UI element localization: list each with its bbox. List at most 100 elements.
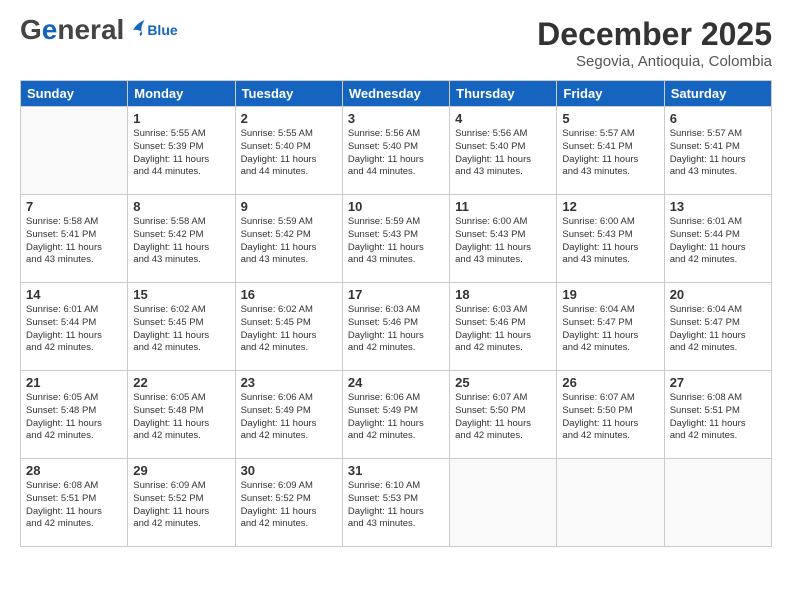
table-row: 30 Sunrise: 6:09 AM Sunset: 5:52 PM Dayli…: [235, 459, 342, 547]
day-info: Sunrise: 5:57 AM Sunset: 5:41 PM Dayligh…: [562, 128, 658, 179]
day-info: Sunrise: 6:06 AM Sunset: 5:49 PM Dayligh…: [241, 392, 337, 443]
day-number: 14: [26, 287, 122, 302]
col-tuesday: Tuesday: [235, 81, 342, 107]
table-row: 17 Sunrise: 6:03 AM Sunset: 5:46 PM Dayli…: [342, 283, 449, 371]
day-number: 22: [133, 375, 229, 390]
table-row: 6 Sunrise: 5:57 AM Sunset: 5:41 PM Daylig…: [664, 107, 771, 195]
calendar-header-row: Sunday Monday Tuesday Wednesday Thursday…: [21, 81, 772, 107]
table-row: 22 Sunrise: 6:05 AM Sunset: 5:48 PM Dayli…: [128, 371, 235, 459]
table-row: 9 Sunrise: 5:59 AM Sunset: 5:42 PM Daylig…: [235, 195, 342, 283]
day-info: Sunrise: 6:04 AM Sunset: 5:47 PM Dayligh…: [562, 304, 658, 355]
day-number: 29: [133, 463, 229, 478]
table-row: 11 Sunrise: 6:00 AM Sunset: 5:43 PM Dayli…: [450, 195, 557, 283]
calendar-week-row: 14 Sunrise: 6:01 AM Sunset: 5:44 PM Dayli…: [21, 283, 772, 371]
day-info: Sunrise: 5:55 AM Sunset: 5:39 PM Dayligh…: [133, 128, 229, 179]
col-monday: Monday: [128, 81, 235, 107]
table-row: [21, 107, 128, 195]
day-number: 16: [241, 287, 337, 302]
day-info: Sunrise: 5:59 AM Sunset: 5:43 PM Dayligh…: [348, 216, 444, 267]
day-number: 19: [562, 287, 658, 302]
day-info: Sunrise: 6:06 AM Sunset: 5:49 PM Dayligh…: [348, 392, 444, 443]
day-number: 2: [241, 111, 337, 126]
day-number: 17: [348, 287, 444, 302]
table-row: 27 Sunrise: 6:08 AM Sunset: 5:51 PM Dayli…: [664, 371, 771, 459]
table-row: 3Sunrise: 5:56 AM Sunset: 5:40 PM Daylig…: [342, 107, 449, 195]
day-info: Sunrise: 5:58 AM Sunset: 5:42 PM Dayligh…: [133, 216, 229, 267]
day-number: 15: [133, 287, 229, 302]
day-info: Sunrise: 5:57 AM Sunset: 5:41 PM Dayligh…: [670, 128, 766, 179]
table-row: 8 Sunrise: 5:58 AM Sunset: 5:42 PM Daylig…: [128, 195, 235, 283]
day-number: 27: [670, 375, 766, 390]
table-row: 4 Sunrise: 5:56 AM Sunset: 5:40 PM Daylig…: [450, 107, 557, 195]
day-info: Sunrise: 6:08 AM Sunset: 5:51 PM Dayligh…: [670, 392, 766, 443]
col-friday: Friday: [557, 81, 664, 107]
col-wednesday: Wednesday: [342, 81, 449, 107]
table-row: 28 Sunrise: 6:08 AM Sunset: 5:51 PM Dayli…: [21, 459, 128, 547]
table-row: 29 Sunrise: 6:09 AM Sunset: 5:52 PM Dayli…: [128, 459, 235, 547]
calendar-week-row: 1 Sunrise: 5:55 AM Sunset: 5:39 PM Daylig…: [21, 107, 772, 195]
day-number: 11: [455, 199, 551, 214]
calendar-week-row: 21 Sunrise: 6:05 AM Sunset: 5:48 PM Dayli…: [21, 371, 772, 459]
day-number: 26: [562, 375, 658, 390]
day-number: 18: [455, 287, 551, 302]
logo-blue-label: Blue: [147, 23, 177, 37]
day-number: 12: [562, 199, 658, 214]
table-row: 12Sunrise: 6:00 AM Sunset: 5:43 PM Dayli…: [557, 195, 664, 283]
day-number: 9: [241, 199, 337, 214]
day-number: 28: [26, 463, 122, 478]
day-info: Sunrise: 6:07 AM Sunset: 5:50 PM Dayligh…: [562, 392, 658, 443]
day-number: 1: [133, 111, 229, 126]
table-row: 13Sunrise: 6:01 AM Sunset: 5:44 PM Dayli…: [664, 195, 771, 283]
day-number: 24: [348, 375, 444, 390]
logo: General Blue: [20, 16, 178, 44]
day-number: 30: [241, 463, 337, 478]
table-row: 7 Sunrise: 5:58 AM Sunset: 5:41 PM Daylig…: [21, 195, 128, 283]
col-sunday: Sunday: [21, 81, 128, 107]
table-row: 16Sunrise: 6:02 AM Sunset: 5:45 PM Dayli…: [235, 283, 342, 371]
table-row: 2Sunrise: 5:55 AM Sunset: 5:40 PM Daylig…: [235, 107, 342, 195]
day-info: Sunrise: 6:00 AM Sunset: 5:43 PM Dayligh…: [455, 216, 551, 267]
col-saturday: Saturday: [664, 81, 771, 107]
day-info: Sunrise: 5:56 AM Sunset: 5:40 PM Dayligh…: [455, 128, 551, 179]
table-row: 15Sunrise: 6:02 AM Sunset: 5:45 PM Dayli…: [128, 283, 235, 371]
day-number: 21: [26, 375, 122, 390]
table-row: [557, 459, 664, 547]
day-info: Sunrise: 6:05 AM Sunset: 5:48 PM Dayligh…: [26, 392, 122, 443]
table-row: [664, 459, 771, 547]
table-row: 20Sunrise: 6:04 AM Sunset: 5:47 PM Dayli…: [664, 283, 771, 371]
day-info: Sunrise: 6:03 AM Sunset: 5:46 PM Dayligh…: [348, 304, 444, 355]
table-row: 10 Sunrise: 5:59 AM Sunset: 5:43 PM Dayli…: [342, 195, 449, 283]
day-number: 5: [562, 111, 658, 126]
table-row: 26 Sunrise: 6:07 AM Sunset: 5:50 PM Dayli…: [557, 371, 664, 459]
table-row: 24 Sunrise: 6:06 AM Sunset: 5:49 PM Dayli…: [342, 371, 449, 459]
day-info: Sunrise: 6:09 AM Sunset: 5:52 PM Dayligh…: [241, 480, 337, 531]
table-row: 19 Sunrise: 6:04 AM Sunset: 5:47 PM Dayli…: [557, 283, 664, 371]
table-row: 1 Sunrise: 5:55 AM Sunset: 5:39 PM Daylig…: [128, 107, 235, 195]
day-number: 25: [455, 375, 551, 390]
day-number: 3: [348, 111, 444, 126]
day-number: 4: [455, 111, 551, 126]
day-info: Sunrise: 5:59 AM Sunset: 5:42 PM Dayligh…: [241, 216, 337, 267]
location: Segovia, Antioquia, Colombia: [537, 53, 772, 70]
table-row: 21 Sunrise: 6:05 AM Sunset: 5:48 PM Dayli…: [21, 371, 128, 459]
day-number: 10: [348, 199, 444, 214]
day-info: Sunrise: 6:07 AM Sunset: 5:50 PM Dayligh…: [455, 392, 551, 443]
day-number: 6: [670, 111, 766, 126]
day-number: 23: [241, 375, 337, 390]
day-info: Sunrise: 6:01 AM Sunset: 5:44 PM Dayligh…: [26, 304, 122, 355]
page: General Blue December 2025 Segovia, Anti…: [0, 0, 792, 612]
day-info: Sunrise: 6:10 AM Sunset: 5:53 PM Dayligh…: [348, 480, 444, 531]
day-number: 7: [26, 199, 122, 214]
day-info: Sunrise: 6:01 AM Sunset: 5:44 PM Dayligh…: [670, 216, 766, 267]
table-row: [450, 459, 557, 547]
day-info: Sunrise: 6:09 AM Sunset: 5:52 PM Dayligh…: [133, 480, 229, 531]
calendar-week-row: 28 Sunrise: 6:08 AM Sunset: 5:51 PM Dayli…: [21, 459, 772, 547]
day-info: Sunrise: 6:04 AM Sunset: 5:47 PM Dayligh…: [670, 304, 766, 355]
table-row: 23 Sunrise: 6:06 AM Sunset: 5:49 PM Dayli…: [235, 371, 342, 459]
day-info: Sunrise: 6:08 AM Sunset: 5:51 PM Dayligh…: [26, 480, 122, 531]
day-number: 31: [348, 463, 444, 478]
table-row: 31 Sunrise: 6:10 AM Sunset: 5:53 PM Dayli…: [342, 459, 449, 547]
day-number: 8: [133, 199, 229, 214]
day-info: Sunrise: 5:58 AM Sunset: 5:41 PM Dayligh…: [26, 216, 122, 267]
day-info: Sunrise: 6:05 AM Sunset: 5:48 PM Dayligh…: [133, 392, 229, 443]
